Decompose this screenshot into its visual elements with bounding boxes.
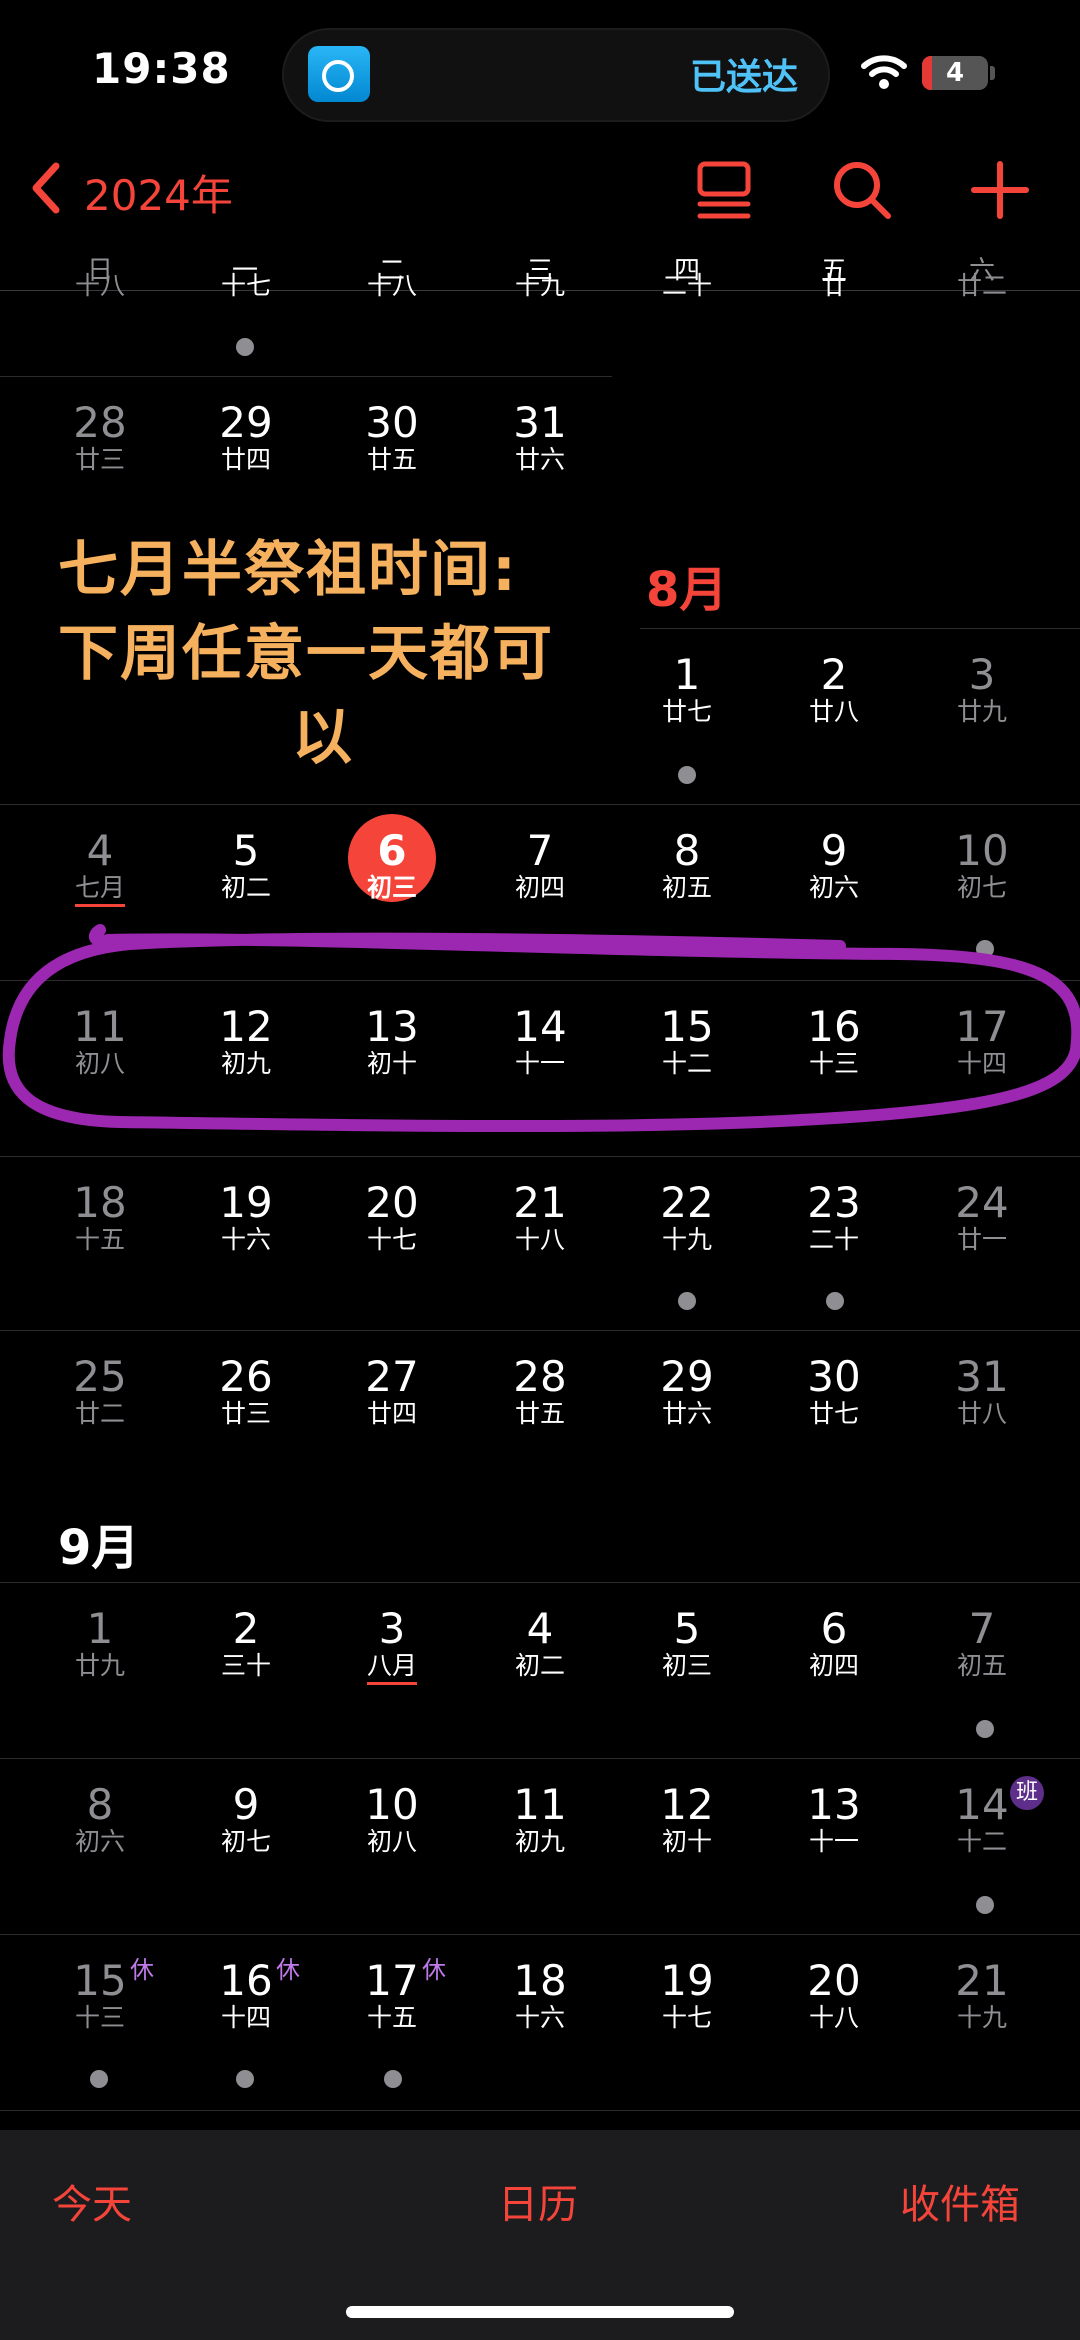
hand-drawn-circle (2, 924, 1080, 1133)
day-cell[interactable]: 5 初三 (613, 1606, 761, 1680)
day-cell[interactable]: 11 初九 (466, 1782, 614, 1856)
day-cell[interactable]: 23 二十 (760, 1180, 908, 1254)
day-cell[interactable]: 1 廿九 (26, 1606, 174, 1680)
day-cell[interactable]: 29 廿六 (613, 1354, 761, 1428)
day-cell[interactable]: 十七 (172, 272, 320, 300)
day-cell[interactable]: 10 初八 (318, 1782, 466, 1856)
day-cell[interactable]: 19 十七 (613, 1958, 761, 2032)
row-divider (0, 1582, 1080, 1583)
today-button[interactable]: 今天 (52, 2172, 132, 2230)
row-divider (0, 2110, 1080, 2111)
day-cell[interactable]: 7 初五 (908, 1606, 1056, 1680)
row-divider (0, 1934, 1080, 1935)
event-dot (678, 1292, 696, 1310)
day-cell[interactable]: 21 十九 (908, 1958, 1056, 2032)
event-dot (236, 338, 254, 356)
day-cell[interactable]: 4 七月 (26, 828, 174, 907)
day-cell[interactable]: 12 初十 (613, 1782, 761, 1856)
calendars-button[interactable]: 日历 (498, 2172, 578, 2230)
inbox-button[interactable]: 收件箱 (900, 2172, 1020, 2230)
day-cell[interactable]: 廿二 (908, 272, 1056, 300)
list-view-icon[interactable] (692, 158, 756, 222)
day-cell[interactable]: 十八 (318, 272, 466, 300)
event-dot (384, 2070, 402, 2088)
back-chevron-icon[interactable] (28, 160, 64, 216)
day-cell[interactable]: 4 初二 (466, 1606, 614, 1680)
day-cell[interactable]: 27 廿四 (318, 1354, 466, 1428)
month-label-august: 8月 (646, 562, 728, 618)
day-cell[interactable]: 9 初六 (760, 828, 908, 902)
day-cell[interactable]: 8 初五 (613, 828, 761, 902)
day-cell[interactable]: 十八 (26, 272, 174, 300)
day-cell[interactable]: 18 十五 (26, 1180, 174, 1254)
workday-badge: 班 (1010, 1776, 1044, 1810)
day-cell-today[interactable]: 6 初三 (318, 814, 466, 902)
event-dot (90, 2070, 108, 2088)
day-cell[interactable]: 7 初四 (466, 828, 614, 902)
row-divider (0, 804, 1080, 805)
day-cell[interactable]: 24 廿一 (908, 1180, 1056, 1254)
day-cell[interactable]: 8 初六 (26, 1782, 174, 1856)
day-cell[interactable]: 20 十八 (760, 1958, 908, 2032)
row-divider (640, 628, 1080, 629)
day-cell[interactable]: 10 初七 (908, 828, 1056, 902)
day-cell[interactable]: 28 廿五 (466, 1354, 614, 1428)
day-cell[interactable]: 21 十八 (466, 1180, 614, 1254)
event-dot (976, 1896, 994, 1914)
day-cell[interactable]: 30 廿七 (760, 1354, 908, 1428)
add-icon[interactable] (968, 158, 1032, 222)
back-year-link[interactable]: 2024年 (84, 162, 233, 223)
day-cell[interactable]: 二十 (613, 272, 761, 300)
day-cell[interactable]: 5 初二 (172, 828, 320, 902)
app-icon (308, 46, 370, 102)
row-divider (0, 1330, 1080, 1331)
holiday-badge: 休 (276, 1956, 300, 1984)
search-icon[interactable] (830, 158, 894, 222)
day-cell[interactable]: 13 十一 (760, 1782, 908, 1856)
day-cell[interactable]: 25 廿二 (26, 1354, 174, 1428)
island-status-text: 已送达 (690, 57, 799, 98)
day-cell[interactable]: 22 十九 (613, 1180, 761, 1254)
day-cell[interactable]: 廿 (760, 272, 908, 300)
annotation-line-2: 下周任意一天都可 (58, 619, 554, 689)
event-dot (976, 1720, 994, 1738)
day-cell[interactable]: 3 廿九 (908, 652, 1056, 726)
row-divider (0, 1758, 1080, 1759)
status-time: 19:38 (92, 44, 231, 93)
holiday-badge: 休 (422, 1956, 446, 1984)
day-cell[interactable]: 19 十六 (172, 1180, 320, 1254)
annotation-line-1: 七月半祭祖时间: (58, 535, 518, 605)
annotation-line-3: 以 (292, 703, 354, 773)
day-cell[interactable]: 31 廿六 (466, 400, 614, 474)
day-cell[interactable]: 20 十七 (318, 1180, 466, 1254)
holiday-badge: 休 (130, 1956, 154, 1984)
day-cell[interactable]: 十九 (466, 272, 614, 300)
day-cell[interactable]: 3 八月 (318, 1606, 466, 1685)
day-cell[interactable]: 26 廿三 (172, 1354, 320, 1428)
month-label-september: 9月 (58, 1520, 140, 1576)
day-cell[interactable]: 29 廿四 (172, 400, 320, 474)
wifi-icon (861, 55, 907, 89)
home-indicator[interactable] (346, 2306, 734, 2318)
day-cell[interactable]: 28 廿三 (26, 400, 174, 474)
day-cell[interactable]: 2 三十 (172, 1606, 320, 1680)
event-dot (826, 1292, 844, 1310)
event-dot (236, 2070, 254, 2088)
day-cell[interactable]: 30 廿五 (318, 400, 466, 474)
day-cell[interactable]: 9 初七 (172, 1782, 320, 1856)
day-cell[interactable]: 31 廿八 (908, 1354, 1056, 1428)
battery-tip (990, 66, 995, 80)
day-cell[interactable]: 6 初四 (760, 1606, 908, 1680)
day-cell[interactable]: 18 十六 (466, 1958, 614, 2032)
battery-icon: 4 (922, 56, 988, 90)
row-divider (0, 376, 612, 377)
